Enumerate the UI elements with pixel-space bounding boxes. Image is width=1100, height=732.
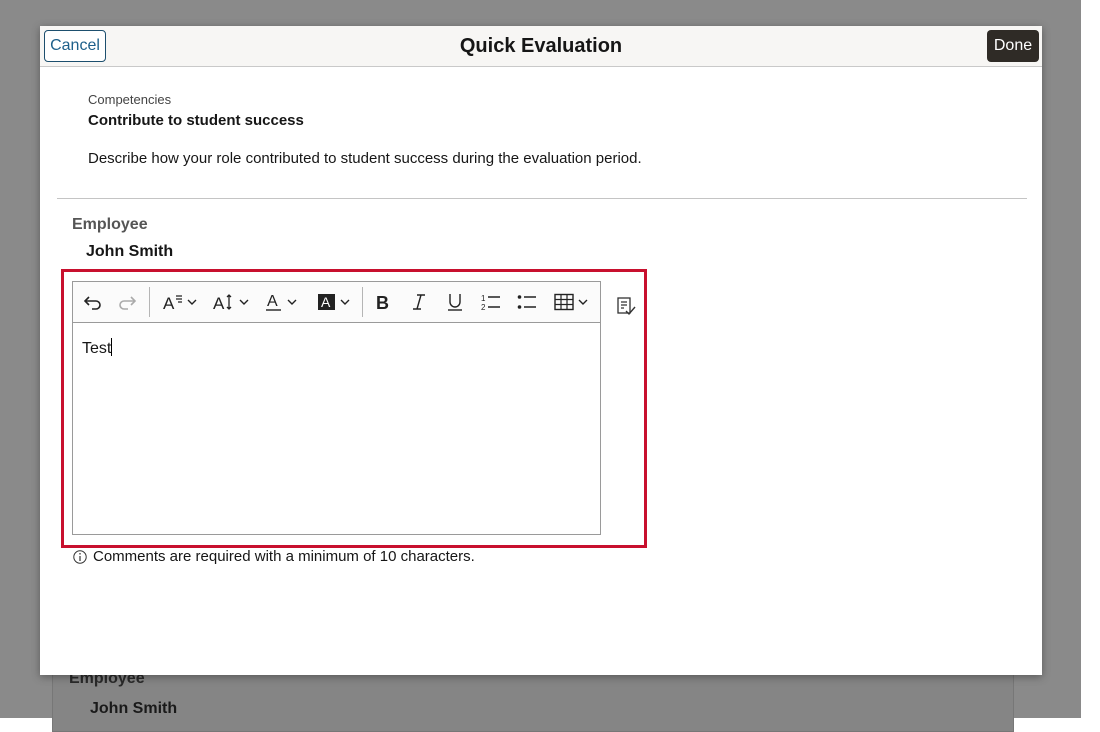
svg-text:1: 1: [481, 294, 486, 303]
modal-header: Quick Evaluation Cancel Done: [40, 26, 1042, 67]
chevron-down-icon: [187, 299, 197, 305]
chevron-down-icon: [340, 299, 350, 305]
spell-check-icon[interactable]: [616, 296, 636, 316]
numbered-list-icon[interactable]: 12: [478, 287, 504, 317]
rich-text-editor: A A A A B 1 2 Test: [72, 281, 601, 535]
font-size-icon[interactable]: A: [209, 287, 253, 317]
chevron-down-icon: [578, 299, 588, 305]
svg-text:B: B: [376, 293, 389, 311]
svg-text:A: A: [213, 294, 225, 311]
undo-icon[interactable]: [81, 287, 105, 317]
editor-toolbar: A A A A B 1 2: [73, 282, 600, 323]
svg-text:A: A: [163, 294, 175, 311]
italic-icon[interactable]: [406, 287, 432, 317]
toolbar-separator: [362, 287, 363, 317]
employee-label: Employee: [72, 216, 148, 233]
section-label: Competencies: [88, 92, 172, 107]
modal-title: Quick Evaluation: [459, 35, 623, 57]
competency-description: Describe how your role contributed to st…: [88, 150, 642, 167]
toolbar-separator: [149, 287, 150, 317]
text-caret: [111, 338, 113, 356]
redo-icon[interactable]: [115, 287, 139, 317]
employee-name: John Smith: [86, 243, 174, 260]
svg-text:A: A: [321, 294, 331, 310]
info-icon: [73, 549, 87, 564]
quick-evaluation-modal: Quick Evaluation Cancel Done Competencie…: [40, 26, 1042, 675]
bulleted-list-icon[interactable]: [514, 287, 540, 317]
chevron-down-icon: [287, 299, 297, 305]
hint-text: Comments are required with a minimum of …: [93, 548, 475, 565]
editor-text-area[interactable]: Test: [73, 323, 600, 534]
paragraph-format-icon[interactable]: A: [159, 287, 201, 317]
background-color-icon[interactable]: A: [313, 287, 355, 317]
cancel-button[interactable]: Cancel: [44, 30, 106, 62]
divider: [57, 198, 1027, 199]
chevron-down-icon: [239, 299, 249, 305]
comment-requirement-hint: Comments are required with a minimum of …: [73, 548, 475, 565]
competency-title: Contribute to student success: [88, 112, 304, 129]
editor-content: Test: [82, 338, 113, 357]
svg-text:2: 2: [481, 303, 486, 311]
text-color-icon[interactable]: A: [261, 287, 301, 317]
bold-icon[interactable]: B: [370, 287, 396, 317]
underline-icon[interactable]: [442, 287, 468, 317]
svg-text:A: A: [267, 293, 278, 310]
background-employee-name: John Smith: [90, 700, 178, 717]
done-button[interactable]: Done: [987, 30, 1039, 62]
table-icon[interactable]: [550, 287, 592, 317]
